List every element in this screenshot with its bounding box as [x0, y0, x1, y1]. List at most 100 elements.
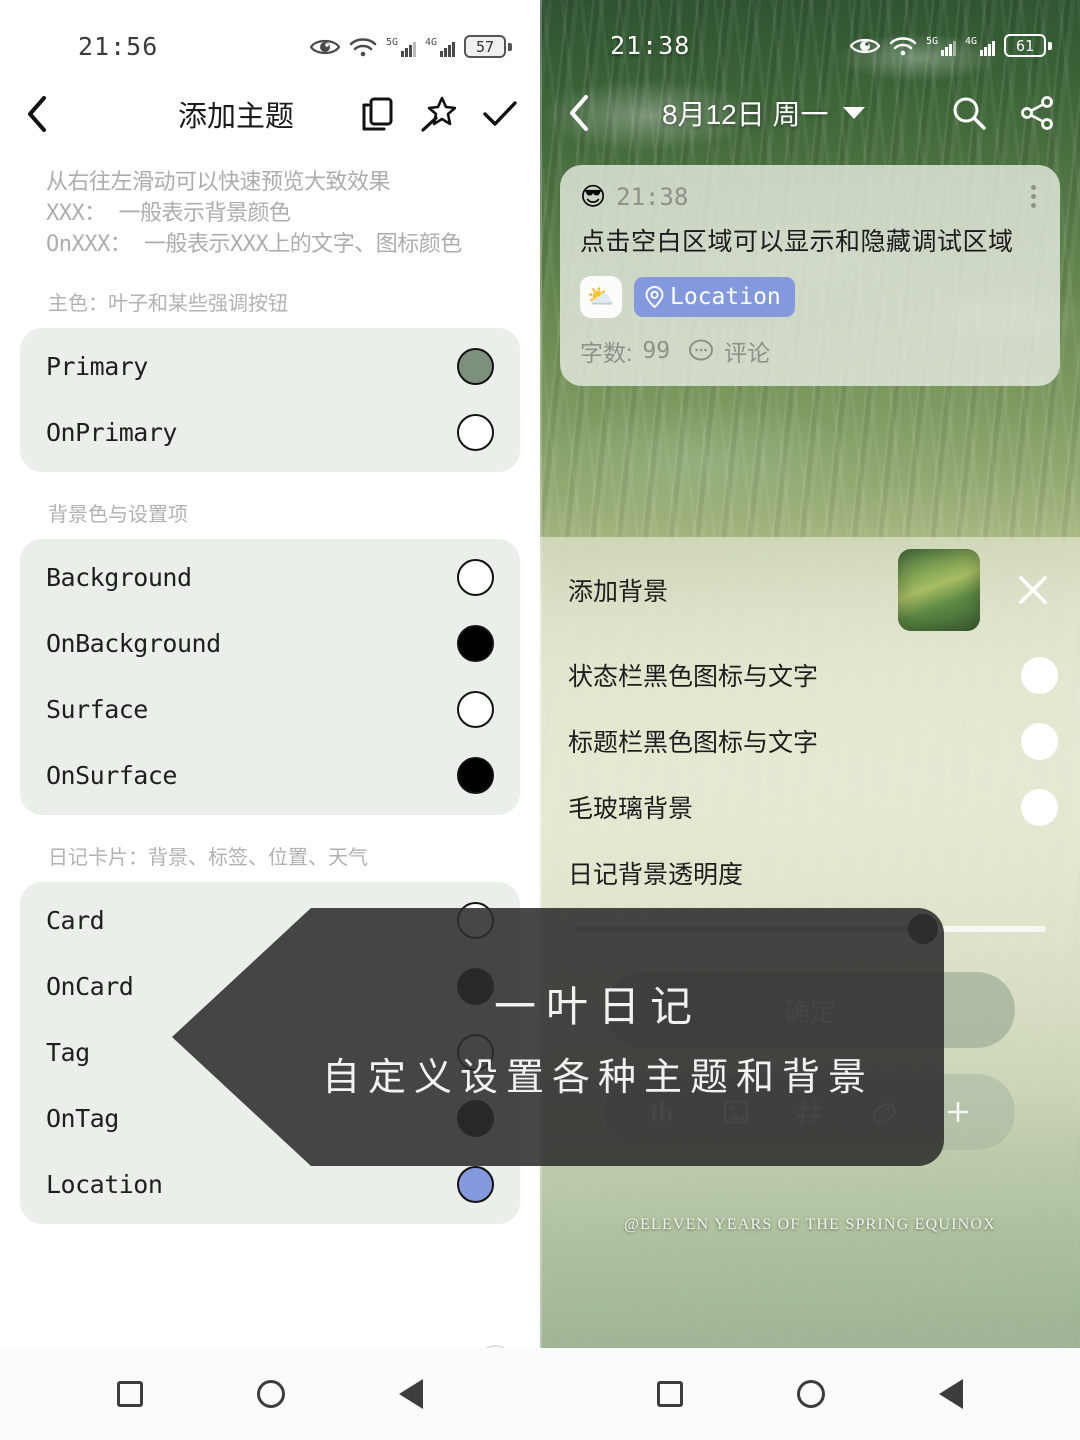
- magic-wand-icon[interactable]: [420, 96, 456, 132]
- wifi-icon: [349, 37, 377, 56]
- setting-label: 添加背景: [568, 577, 669, 606]
- color-row-label: OnPrimary: [46, 418, 177, 448]
- setting-row-frosted-glass[interactable]: 毛玻璃背景: [540, 774, 1080, 840]
- color-swatch[interactable]: [457, 1166, 494, 1204]
- setting-row-title-bar-dark[interactable]: 标题栏黑色图标与文字: [540, 708, 1080, 774]
- diary-entry-time: 21:38: [616, 182, 689, 211]
- plus-icon[interactable]: [943, 1097, 973, 1127]
- status-bar-icons: 5G 4G 57: [310, 35, 512, 59]
- color-row-label: OnCard: [46, 972, 134, 1002]
- hint-line-3: OnXXX： 一般表示XXX上的文字、图标颜色: [46, 232, 462, 258]
- chevron-down-icon[interactable]: [842, 107, 865, 119]
- toggle-switch[interactable]: [1021, 656, 1058, 694]
- dot: [1031, 185, 1036, 190]
- color-row-label: Primary: [46, 352, 148, 382]
- svg-text:4G: 4G: [965, 36, 977, 47]
- signal-5g-icon: 5G: [386, 37, 416, 57]
- callout-description: 自定义设置各种主题和背景: [321, 1057, 874, 1099]
- setting-label: 标题栏黑色图标与文字: [568, 729, 819, 757]
- battery-indicator: 61: [1004, 34, 1052, 57]
- dot: [1031, 194, 1036, 199]
- color-swatch[interactable]: [457, 691, 494, 729]
- share-icon[interactable]: [1020, 96, 1054, 130]
- color-swatch[interactable]: [457, 414, 494, 452]
- color-swatch[interactable]: [457, 625, 494, 663]
- wifi-icon: [889, 36, 917, 55]
- toggle-switch[interactable]: [1021, 722, 1058, 760]
- back-chevron-icon[interactable]: [566, 93, 592, 133]
- color-row-label: Background: [46, 563, 192, 593]
- color-row-label: Location: [46, 1170, 163, 1200]
- left-system-nav-bar: [0, 1348, 540, 1440]
- signal-4g-icon: 4G: [965, 36, 995, 56]
- color-row-onprimary[interactable]: OnPrimary: [20, 400, 520, 466]
- color-row-label: Card: [46, 906, 105, 936]
- home-circle-icon[interactable]: [257, 1380, 285, 1408]
- signal-4g-icon: 4G: [425, 37, 455, 57]
- color-row-label: Tag: [46, 1038, 90, 1068]
- color-row-background[interactable]: Background: [20, 545, 520, 611]
- close-icon[interactable]: [1016, 573, 1050, 607]
- signal-5g-icon: 5G: [926, 36, 956, 56]
- color-row-primary[interactable]: Primary: [20, 334, 520, 400]
- more-vertical-icon[interactable]: [1027, 181, 1040, 212]
- callout-text-block: 一叶日记 自定义设置各种主题和背景: [322, 973, 874, 1101]
- eye-icon: [850, 38, 880, 53]
- left-app-bar: 添加主题: [0, 75, 540, 153]
- right-system-nav-bar: [540, 1348, 1080, 1440]
- setting-row-status-bar-dark[interactable]: 状态栏黑色图标与文字: [540, 642, 1080, 708]
- home-circle-icon[interactable]: [797, 1380, 825, 1408]
- diary-entry-card[interactable]: 😎 21:38 点击空白区域可以显示和隐藏调试区域 ⛅ Location 字数:…: [560, 165, 1060, 386]
- battery-indicator: 57: [464, 35, 512, 58]
- color-swatch[interactable]: [457, 757, 494, 795]
- svg-text:5G: 5G: [386, 37, 398, 48]
- left-phone-screen: 21:56 5G 4G 57 添加主题 从右往左滑动可以快速预览大致效果 XXX…: [0, 0, 540, 1440]
- diary-card-chips: ⛅ Location: [580, 276, 1040, 318]
- color-row-onsurface[interactable]: OnSurface: [20, 743, 520, 809]
- comment-label[interactable]: 评论: [724, 334, 770, 368]
- copy-icon[interactable]: [360, 96, 394, 132]
- callout-app-name: 一叶日记: [493, 985, 702, 1031]
- toggle-switch[interactable]: [1021, 788, 1058, 826]
- recents-square-icon[interactable]: [657, 1381, 683, 1407]
- color-row-label: OnSurface: [46, 761, 177, 791]
- color-group-primary: Primary OnPrimary: [20, 327, 520, 472]
- status-bar-icons: 5G 4G 61: [850, 34, 1052, 58]
- color-swatch[interactable]: [457, 559, 494, 597]
- dot: [1031, 203, 1036, 208]
- section-label-primary: 主色：叶子和某些强调按钮: [48, 292, 288, 315]
- date-title[interactable]: 8月12日 周一: [662, 93, 865, 133]
- back-triangle-icon[interactable]: [399, 1379, 423, 1409]
- setting-row-add-background[interactable]: 添加背景: [540, 537, 1080, 642]
- color-row-label: OnTag: [46, 1104, 119, 1134]
- battery-tip: [508, 42, 512, 51]
- color-row-surface[interactable]: Surface: [20, 677, 520, 743]
- hint-text-block: 从右往左滑动可以快速预览大致效果 XXX： 一般表示背景颜色 OnXXX： 一般…: [0, 153, 540, 261]
- hint-line-1: 从右往左滑动可以快速预览大致效果: [46, 170, 391, 195]
- battery-level-label: 61: [1004, 34, 1046, 57]
- diary-entry-body: 点击空白区域可以显示和隐藏调试区域: [580, 228, 1014, 256]
- location-chip[interactable]: Location: [634, 277, 795, 317]
- status-bar-time: 21:56: [78, 32, 159, 61]
- color-row-onbackground[interactable]: OnBackground: [20, 611, 520, 677]
- search-icon[interactable]: [952, 96, 986, 130]
- left-status-bar: 21:56 5G 4G 57: [0, 0, 540, 75]
- back-triangle-icon[interactable]: [939, 1379, 963, 1409]
- diary-card-meta: 字数: 99 评论: [580, 334, 1040, 368]
- screen-divider: [540, 0, 542, 1440]
- comment-bubble-icon[interactable]: [688, 339, 714, 363]
- callout-banner: 一叶日记 自定义设置各种主题和背景: [172, 908, 944, 1166]
- battery-level-label: 57: [464, 35, 506, 58]
- background-thumbnail[interactable]: [898, 548, 980, 631]
- weather-icon[interactable]: ⛅: [580, 276, 622, 318]
- date-title-label: 8月12日 周一: [662, 99, 829, 130]
- location-chip-label: Location: [670, 284, 781, 310]
- color-swatch[interactable]: [457, 348, 494, 386]
- check-icon[interactable]: [482, 99, 518, 129]
- recents-square-icon[interactable]: [117, 1381, 143, 1407]
- setting-label: 日记背景透明度: [568, 861, 744, 889]
- mood-emoji-icon[interactable]: 😎: [580, 182, 606, 212]
- eye-icon: [310, 39, 340, 54]
- back-chevron-icon[interactable]: [24, 94, 50, 134]
- setting-label: 状态栏黑色图标与文字: [568, 663, 819, 691]
